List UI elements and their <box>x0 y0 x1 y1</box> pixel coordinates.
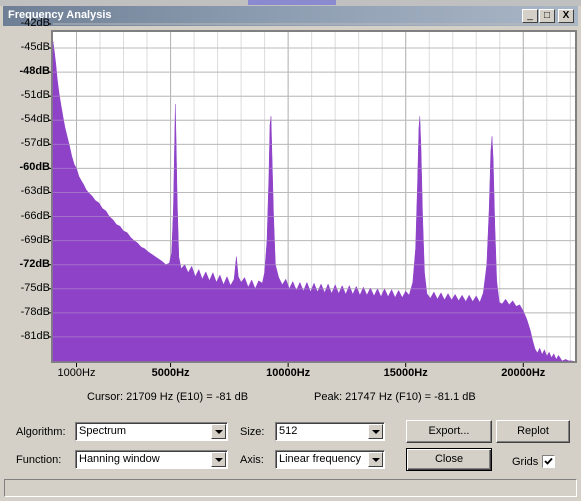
y-tick-label: -48dB <box>19 65 50 78</box>
export-button-label: Export... <box>428 425 470 437</box>
algorithm-value: Spectrum <box>79 425 127 437</box>
size-select[interactable]: 512 <box>275 422 385 441</box>
function-select[interactable]: Hanning window <box>75 450 228 469</box>
function-value: Hanning window <box>79 453 160 465</box>
y-tick-label: -69dB <box>20 233 50 246</box>
cursor-readout: Cursor: 21709 Hz (E10) = -81 dB <box>87 391 249 403</box>
spectrum-plot[interactable] <box>0 0 581 380</box>
y-tick-label: -45dB <box>20 41 50 54</box>
x-tick-label: 20000Hz <box>501 367 546 379</box>
chevron-down-icon[interactable] <box>211 452 226 467</box>
y-tick-label: -60dB <box>19 161 50 174</box>
y-tick-label: -78dB <box>20 305 50 318</box>
y-tick-label: -75dB <box>20 281 50 294</box>
x-tick-label: 15000Hz <box>383 367 428 379</box>
function-label: Function: <box>16 454 62 466</box>
chevron-down-icon[interactable] <box>211 424 226 439</box>
status-bar <box>4 479 577 497</box>
x-tick-label: 10000Hz <box>266 367 311 379</box>
y-tick-label: -57dB <box>20 137 50 150</box>
close-button-label: Close <box>434 453 464 465</box>
algorithm-label: Algorithm: <box>16 426 66 438</box>
y-tick-label: -63dB <box>20 185 50 198</box>
export-button[interactable]: Export... <box>406 420 492 443</box>
size-label: Size: <box>240 426 265 438</box>
axis-value: Linear frequency <box>279 453 361 465</box>
chevron-down-icon[interactable] <box>368 452 383 467</box>
x-tick-label: 1000Hz <box>57 367 96 379</box>
replot-button-label: Replot <box>517 425 549 437</box>
y-tick-label: -42dB <box>20 16 50 29</box>
axis-select[interactable]: Linear frequency <box>275 450 385 469</box>
y-tick-label: -54dB <box>20 113 50 126</box>
axis-label: Axis: <box>240 454 264 466</box>
y-tick-label: -66dB <box>20 209 50 222</box>
grids-checkbox[interactable] <box>542 455 555 468</box>
size-value: 512 <box>279 425 298 437</box>
close-button[interactable]: Close <box>406 448 492 471</box>
grids-label: Grids <box>512 456 539 468</box>
checkmark-icon <box>544 457 553 465</box>
y-tick-label: -72dB <box>19 257 50 270</box>
frequency-analysis-window: Frequency Analysis _ □ X -42dB -45dB -48dB… <box>0 0 581 501</box>
chevron-down-icon[interactable] <box>368 424 383 439</box>
x-tick-label: 5000Hz <box>151 367 190 379</box>
peak-readout: Peak: 21747 Hz (F10) = -81.1 dB <box>314 391 476 403</box>
y-tick-label: -81dB <box>20 329 50 342</box>
algorithm-select[interactable]: Spectrum <box>75 422 228 441</box>
y-tick-label: -51dB <box>20 89 50 102</box>
replot-button[interactable]: Replot <box>496 420 570 443</box>
